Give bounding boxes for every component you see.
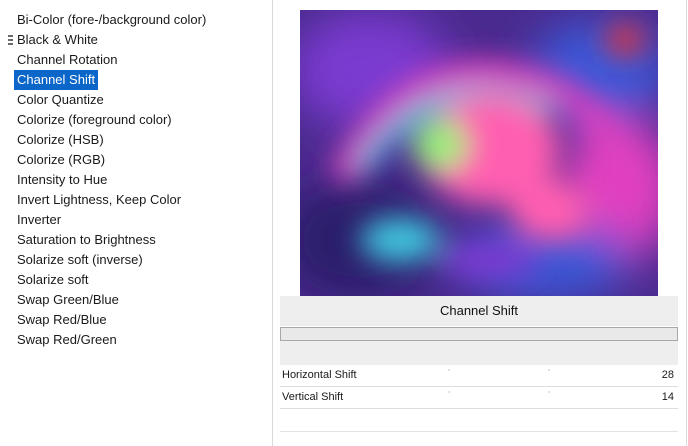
vertical-shift-value[interactable]: 14 [662, 387, 674, 408]
list-divider [272, 0, 273, 446]
preview-image [300, 10, 658, 296]
slider-ticks [350, 391, 648, 393]
filter-item-color-quantize[interactable]: Color Quantize [14, 90, 209, 110]
filter-item-channel-shift[interactable]: Channel Shift [14, 70, 99, 90]
drag-grip-icon[interactable] [8, 35, 13, 46]
filter-items: Bi-Color (fore-/background color) Black … [14, 10, 209, 350]
panel-border [686, 0, 687, 446]
filter-item-colorize-foreground[interactable]: Colorize (foreground color) [14, 110, 209, 130]
channel-shift-dialog: Bi-Color (fore-/background color) Black … [0, 0, 688, 446]
filter-item-saturation-to-brightness[interactable]: Saturation to Brightness [14, 230, 209, 250]
horizontal-shift-slider[interactable]: Horizontal Shift 28 [280, 365, 678, 387]
filter-item-solarize-soft-inverse[interactable]: Solarize soft (inverse) [14, 250, 209, 270]
slider-ticks [350, 369, 648, 371]
filter-list[interactable]: Bi-Color (fore-/background color) Black … [0, 0, 272, 446]
horizontal-shift-label: Horizontal Shift [282, 369, 357, 381]
filter-item-black-white[interactable]: Black & White [14, 30, 209, 50]
filter-item-colorize-hsb[interactable]: Colorize (HSB) [14, 130, 209, 150]
filter-item-bi-color[interactable]: Bi-Color (fore-/background color) [14, 10, 209, 30]
filter-item-channel-shift-row: Channel Shift [14, 70, 209, 90]
parameter-header [280, 341, 678, 367]
divider [280, 431, 678, 432]
progress-bar [280, 327, 678, 341]
filter-item-invert-lightness[interactable]: Invert Lightness, Keep Color [14, 190, 209, 210]
vertical-shift-slider[interactable]: Vertical Shift 14 [280, 387, 678, 409]
filter-item-inverter[interactable]: Inverter [14, 210, 209, 230]
effect-title: Channel Shift [439, 303, 519, 318]
filter-item-swap-red-green[interactable]: Swap Red/Green [14, 330, 209, 350]
vertical-shift-label: Vertical Shift [282, 391, 344, 403]
effect-title-bar: Channel Shift [280, 296, 678, 326]
filter-item-colorize-rgb[interactable]: Colorize (RGB) [14, 150, 209, 170]
filter-item-solarize-soft[interactable]: Solarize soft [14, 270, 209, 290]
horizontal-shift-value[interactable]: 28 [662, 365, 674, 386]
filter-item-swap-green-blue[interactable]: Swap Green/Blue [14, 290, 209, 310]
filter-item-swap-red-blue[interactable]: Swap Red/Blue [14, 310, 209, 330]
filter-item-intensity-to-hue[interactable]: Intensity to Hue [14, 170, 209, 190]
filter-item-channel-rotation[interactable]: Channel Rotation [14, 50, 209, 70]
blurred-color-preview-icon [300, 10, 658, 296]
